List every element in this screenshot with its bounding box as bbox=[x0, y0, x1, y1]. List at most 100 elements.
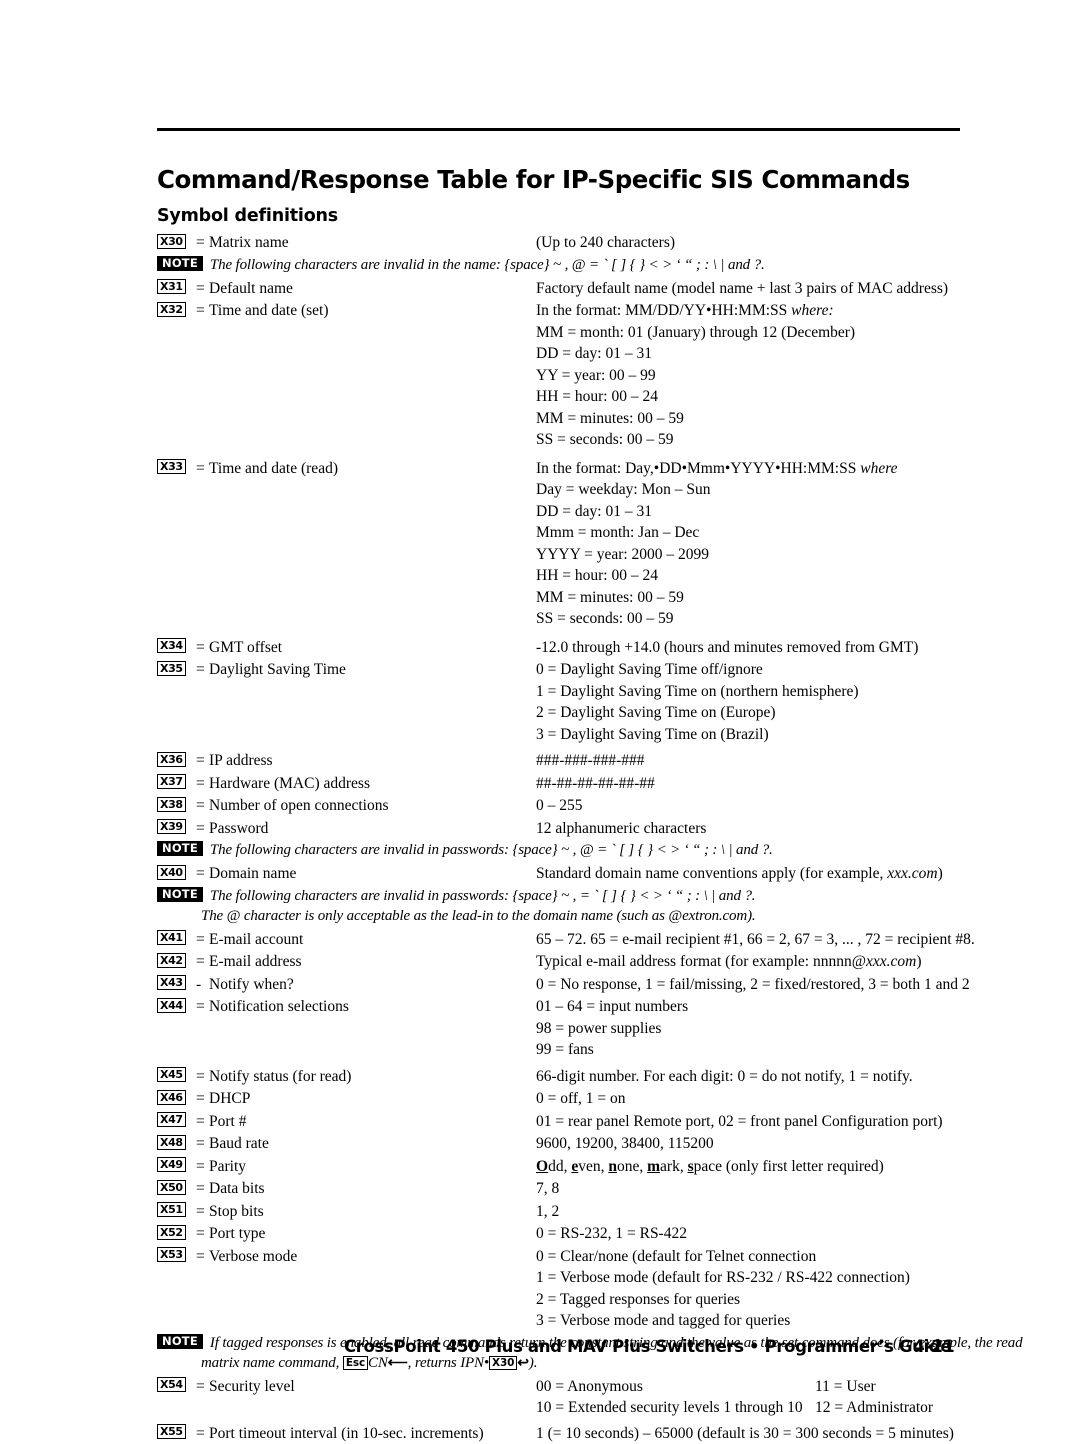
note-label: NOTE bbox=[157, 887, 203, 902]
symbol-value-line: 12 alphanumeric characters bbox=[536, 818, 706, 840]
symbol-value: 1 (= 10 seconds) – 65000 (default is 30 … bbox=[536, 1423, 954, 1444]
symbol-value-line: 12 = Administrator bbox=[815, 1397, 933, 1419]
symbol-value-line: 99 = fans bbox=[536, 1039, 688, 1061]
symbol-badge-cell: X52 bbox=[157, 1223, 195, 1241]
table-row: X45=Notify status (for read)66-digit num… bbox=[0, 1066, 1080, 1088]
table-row: X48=Baud rate9600, 19200, 38400, 115200 bbox=[0, 1133, 1080, 1155]
note-text: The following characters are invalid in … bbox=[210, 257, 765, 273]
symbol-value-line: MM = minutes: 00 – 59 bbox=[536, 587, 898, 609]
symbol-badge: X48 bbox=[157, 1135, 186, 1150]
symbol-description: Stop bits bbox=[209, 1201, 264, 1223]
symbol-value: In the format: MM/DD/YY•HH:MM:SS where:M… bbox=[536, 300, 855, 451]
symbol-value: ###-###-###-### bbox=[536, 750, 645, 772]
symbol-description: Verbose mode bbox=[209, 1246, 297, 1268]
symbol-value-line: 1 = Verbose mode (default for RS-232 / R… bbox=[536, 1267, 910, 1289]
symbol-description: Security level bbox=[209, 1376, 295, 1398]
symbol-badge: X40 bbox=[157, 865, 186, 880]
symbol-value: 12 alphanumeric characters bbox=[536, 818, 706, 840]
symbol-badge: X51 bbox=[157, 1202, 186, 1217]
note-label: NOTE bbox=[157, 841, 203, 856]
table-row: X51=Stop bits1, 2 bbox=[0, 1201, 1080, 1223]
symbol-badge-cell: X31 bbox=[157, 278, 195, 296]
table-row: X49=ParityOdd, even, none, mark, space (… bbox=[0, 1156, 1080, 1178]
note-block: NOTE The following characters are invalid… bbox=[157, 886, 1057, 926]
symbol-badge-cell: X48 bbox=[157, 1133, 195, 1151]
symbol-separator: = bbox=[196, 818, 205, 840]
symbol-badge-cell: X39 bbox=[157, 818, 195, 836]
symbol-value-line: 10 = Extended security levels 1 through … bbox=[536, 1397, 803, 1419]
symbol-value: 65 – 72. 65 = e-mail recipient #1, 66 = … bbox=[536, 929, 975, 951]
symbol-value-line: 01 = rear panel Remote port, 02 = front … bbox=[536, 1111, 943, 1133]
symbol-value: Factory default name (model name + last … bbox=[536, 278, 948, 300]
symbol-value-line: ##-##-##-##-##-## bbox=[536, 773, 655, 795]
symbol-badge-cell: X47 bbox=[157, 1111, 195, 1129]
symbol-badge: X46 bbox=[157, 1090, 186, 1105]
symbol-separator: = bbox=[196, 951, 205, 973]
symbol-value-line: 1 (= 10 seconds) – 65000 (default is 30 … bbox=[536, 1423, 954, 1444]
table-row: X43-Notify when?0 = No response, 1 = fai… bbox=[0, 974, 1080, 996]
symbol-value-line: Day = weekday: Mon – Sun bbox=[536, 479, 898, 501]
symbol-value: (Up to 240 characters) bbox=[536, 232, 675, 254]
symbol-description: DHCP bbox=[209, 1088, 250, 1110]
symbol-badge: X31 bbox=[157, 279, 186, 294]
symbol-badge: X52 bbox=[157, 1225, 186, 1240]
symbol-separator: = bbox=[196, 929, 205, 951]
symbol-badge-cell: X46 bbox=[157, 1088, 195, 1106]
symbol-description: Domain name bbox=[209, 863, 296, 885]
table-row: X36=IP address###-###-###-### bbox=[0, 750, 1080, 772]
symbol-description: Matrix name bbox=[209, 232, 289, 254]
symbol-value-line: Factory default name (model name + last … bbox=[536, 278, 948, 300]
symbol-badge: X49 bbox=[157, 1157, 186, 1172]
symbol-value-line: SS = seconds: 00 – 59 bbox=[536, 429, 855, 451]
table-row: X40=Domain nameStandard domain name conv… bbox=[0, 863, 1080, 885]
symbol-value: 0 = RS-232, 1 = RS-422 bbox=[536, 1223, 687, 1245]
symbol-value-line: ###-###-###-### bbox=[536, 750, 645, 772]
symbol-badge-cell: X44 bbox=[157, 996, 195, 1014]
symbol-badge: X33 bbox=[157, 459, 186, 474]
symbol-badge: X35 bbox=[157, 661, 186, 676]
symbol-badge: X41 bbox=[157, 930, 186, 945]
symbol-description: Time and date (read) bbox=[209, 458, 338, 480]
symbol-separator: = bbox=[196, 637, 205, 659]
page-footer: CrossPoint 450 Plus and MAV Plus Switche… bbox=[0, 1337, 1080, 1367]
page-title: Command/Response Table for IP-Specific S… bbox=[157, 165, 910, 194]
symbol-description: Default name bbox=[209, 278, 293, 300]
symbol-value: 00 = Anonymous10 = Extended security lev… bbox=[536, 1376, 803, 1419]
symbol-description: Port type bbox=[209, 1223, 265, 1245]
symbol-value: In the format: Day,•DD•Mmm•YYYY•HH:MM:SS… bbox=[536, 458, 898, 630]
symbol-separator: = bbox=[196, 1246, 205, 1268]
symbol-value: 01 = rear panel Remote port, 02 = front … bbox=[536, 1111, 943, 1133]
symbol-badge: X50 bbox=[157, 1180, 186, 1195]
symbol-separator: = bbox=[196, 1088, 205, 1110]
symbol-badge-cell: X35 bbox=[157, 659, 195, 677]
symbol-description: Time and date (set) bbox=[209, 300, 329, 322]
table-row: X42=E-mail addressTypical e-mail address… bbox=[0, 951, 1080, 973]
symbol-value: Standard domain name conventions apply (… bbox=[536, 863, 943, 885]
symbol-description: Notify when? bbox=[209, 974, 294, 996]
table-row: X46 =DHCP 0 = off, 1 = on bbox=[0, 1088, 1080, 1110]
symbol-description: Notification selections bbox=[209, 996, 349, 1018]
note-text: The following characters are invalid in … bbox=[210, 888, 756, 904]
symbol-value: 0 = Clear/none (default for Telnet conne… bbox=[536, 1246, 910, 1332]
symbol-value-line: 0 = Clear/none (default for Telnet conne… bbox=[536, 1246, 910, 1268]
symbol-badge: X44 bbox=[157, 998, 186, 1013]
symbol-badge-cell: X41 bbox=[157, 929, 195, 947]
symbol-description: Parity bbox=[209, 1156, 246, 1178]
symbol-value-line: 3 = Daylight Saving Time on (Brazil) bbox=[536, 724, 859, 746]
table-row: X50=Data bits7, 8 bbox=[0, 1178, 1080, 1200]
symbol-separator: = bbox=[196, 1111, 205, 1133]
table-row: X33=Time and date (read)In the format: D… bbox=[0, 458, 1080, 630]
symbol-value-line: 0 – 255 bbox=[536, 795, 583, 817]
symbol-value-line: Standard domain name conventions apply (… bbox=[536, 863, 943, 885]
symbol-value-line: HH = hour: 00 – 24 bbox=[536, 386, 855, 408]
symbol-value: ##-##-##-##-##-## bbox=[536, 773, 655, 795]
symbol-value: -12.0 through +14.0 (hours and minutes r… bbox=[536, 637, 918, 659]
symbol-badge: X37 bbox=[157, 774, 186, 789]
symbol-value-line: SS = seconds: 00 – 59 bbox=[536, 608, 898, 630]
symbol-value-line: 0 = off, 1 = on bbox=[536, 1088, 626, 1110]
symbol-value: 0 = No response, 1 = fail/missing, 2 = f… bbox=[536, 974, 970, 996]
table-row: X44=Notification selections01 – 64 = inp… bbox=[0, 996, 1080, 1061]
symbol-value-line: 98 = power supplies bbox=[536, 1018, 688, 1040]
symbol-badge-cell: X34 bbox=[157, 637, 195, 655]
symbol-description: Data bits bbox=[209, 1178, 265, 1200]
